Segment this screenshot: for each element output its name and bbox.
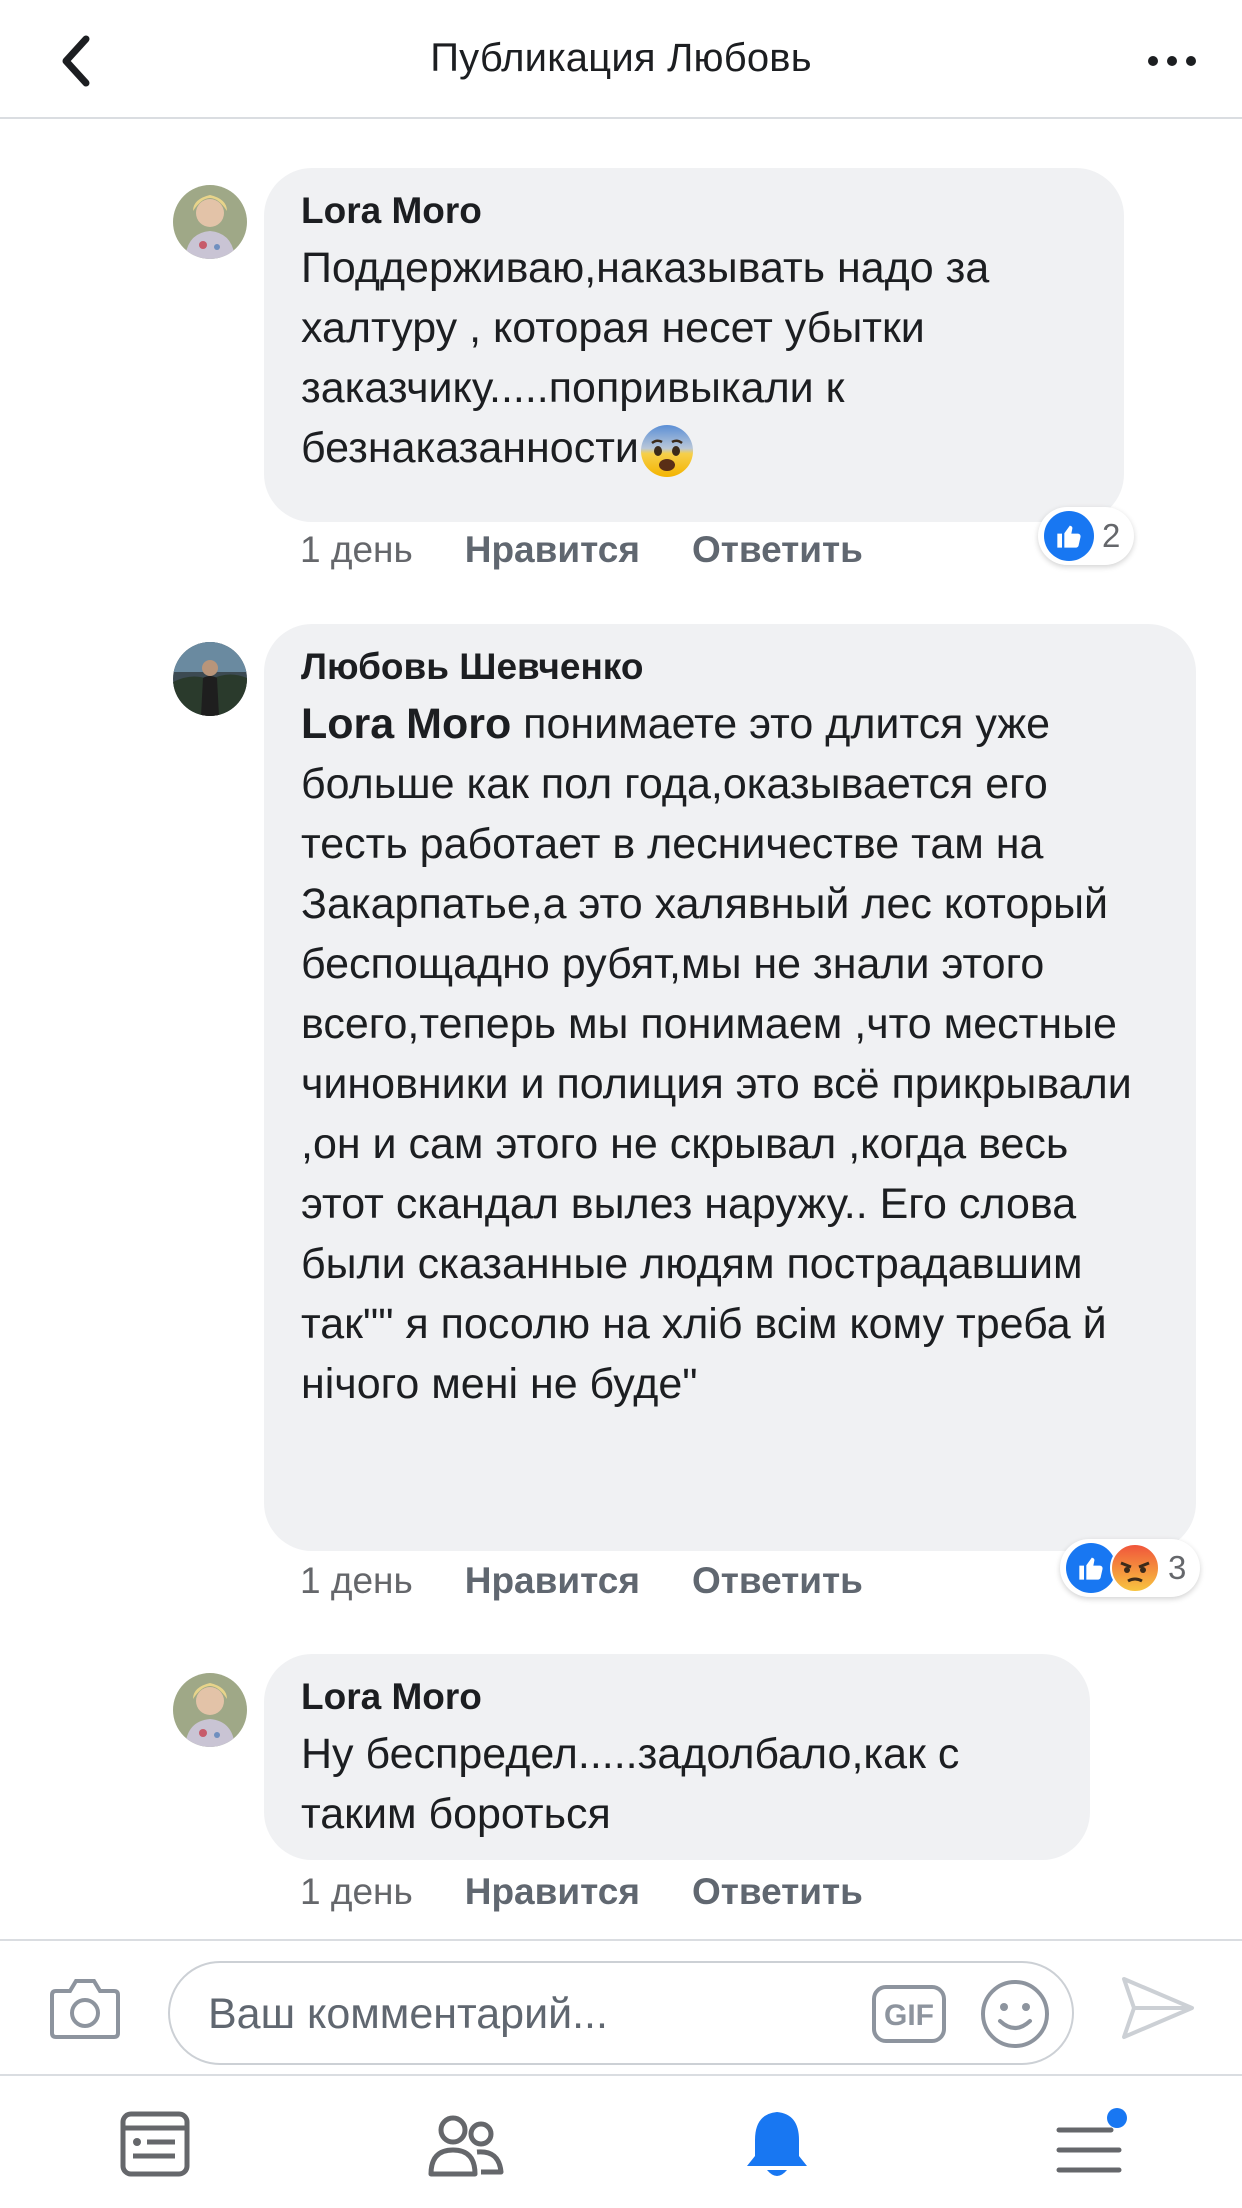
comment-author[interactable]: Lora Moro <box>301 1674 1050 1720</box>
avatar[interactable] <box>173 185 247 259</box>
comment-author[interactable]: Lora Moro <box>301 188 1084 234</box>
menu-icon <box>1056 2108 1127 2173</box>
comment-time[interactable]: 1 день <box>300 529 413 571</box>
mention-link[interactable]: Lora Moro <box>301 700 511 748</box>
comment-author[interactable]: Любовь Шевченко <box>301 644 1156 690</box>
tab-friends[interactable] <box>420 2104 510 2184</box>
reply-button[interactable]: Ответить <box>692 1871 863 1913</box>
gif-button[interactable]: GIF <box>872 1985 946 2043</box>
bottom-tab-bar <box>0 2074 1242 2208</box>
comments-feed[interactable]: Lora Moro Поддерживаю,наказывать надо за… <box>0 119 1242 1939</box>
like-button[interactable]: Нравится <box>465 529 640 571</box>
like-button[interactable]: Нравится <box>465 1560 640 1602</box>
angry-reaction-icon <box>1110 1543 1160 1593</box>
anxious-face-emoji <box>639 423 695 479</box>
avatar-image <box>173 642 247 716</box>
avatar[interactable] <box>173 1673 247 1747</box>
like-button[interactable]: Нравится <box>465 1871 640 1913</box>
avatar[interactable] <box>173 642 247 716</box>
comment-input[interactable] <box>206 1981 790 2047</box>
more-options-button[interactable] <box>1132 26 1212 96</box>
comment-text: Lora Moro понимаете это длится уже больш… <box>301 694 1156 1414</box>
comment-text: Поддерживаю,наказывать надо за халтуру ,… <box>301 238 1084 479</box>
news-feed-icon <box>120 2111 190 2177</box>
menu-notification-dot <box>1107 2108 1127 2128</box>
send-button[interactable] <box>1118 1971 1198 2045</box>
tab-menu[interactable] <box>1044 2104 1134 2184</box>
comment-time[interactable]: 1 день <box>300 1560 413 1602</box>
comment-meta: 1 день Нравится Ответить <box>300 1871 863 1913</box>
like-reaction-icon <box>1066 1543 1116 1593</box>
emoji-button[interactable] <box>978 1977 1052 2051</box>
smiley-icon <box>981 1980 1049 2048</box>
gif-icon: GIF <box>872 1985 946 2043</box>
camera-icon <box>50 1979 120 2039</box>
camera-button[interactable] <box>48 1973 122 2043</box>
more-dots-icon <box>1148 56 1196 66</box>
comment-time[interactable]: 1 день <box>300 1871 413 1913</box>
comment-body: понимаете это длится уже больше как пол … <box>301 700 1132 1408</box>
top-navigation-bar: Публикация Любовь <box>0 0 1242 119</box>
comment-meta: 1 день Нравится Ответить <box>300 1560 863 1602</box>
reply-button[interactable]: Ответить <box>692 1560 863 1602</box>
friends-icon <box>428 2115 504 2177</box>
comment-bubble[interactable]: Lora Moro Поддерживаю,наказывать надо за… <box>264 168 1124 522</box>
reactions-summary[interactable]: 2 <box>1038 507 1135 565</box>
reply-button[interactable]: Ответить <box>692 529 863 571</box>
avatar-image <box>173 1673 247 1747</box>
reaction-count: 3 <box>1168 1549 1187 1586</box>
comment-composer: GIF <box>0 1939 1242 2074</box>
notifications-bell-icon <box>747 2112 807 2176</box>
gif-label: GIF <box>884 1999 934 2032</box>
comment-input-container[interactable]: GIF <box>168 1961 1074 2065</box>
tab-news-feed[interactable] <box>110 2104 200 2184</box>
reactions-summary[interactable]: 3 <box>1060 1539 1201 1597</box>
page-title: Публикация Любовь <box>430 36 812 80</box>
send-icon <box>1122 1977 1194 2039</box>
tab-notifications[interactable] <box>732 2104 822 2184</box>
like-reaction-icon <box>1044 511 1094 561</box>
comment-bubble[interactable]: Любовь Шевченко Lora Moro понимаете это … <box>264 624 1196 1551</box>
comment-meta: 1 день Нравится Ответить <box>300 529 863 571</box>
reaction-count: 2 <box>1102 517 1121 554</box>
comment-bubble[interactable]: Lora Moro Ну беспредел.....задолбало,как… <box>264 1654 1090 1860</box>
avatar-image <box>173 185 247 259</box>
comment-text: Ну беспредел.....задолбало,как с таким б… <box>301 1730 960 1838</box>
